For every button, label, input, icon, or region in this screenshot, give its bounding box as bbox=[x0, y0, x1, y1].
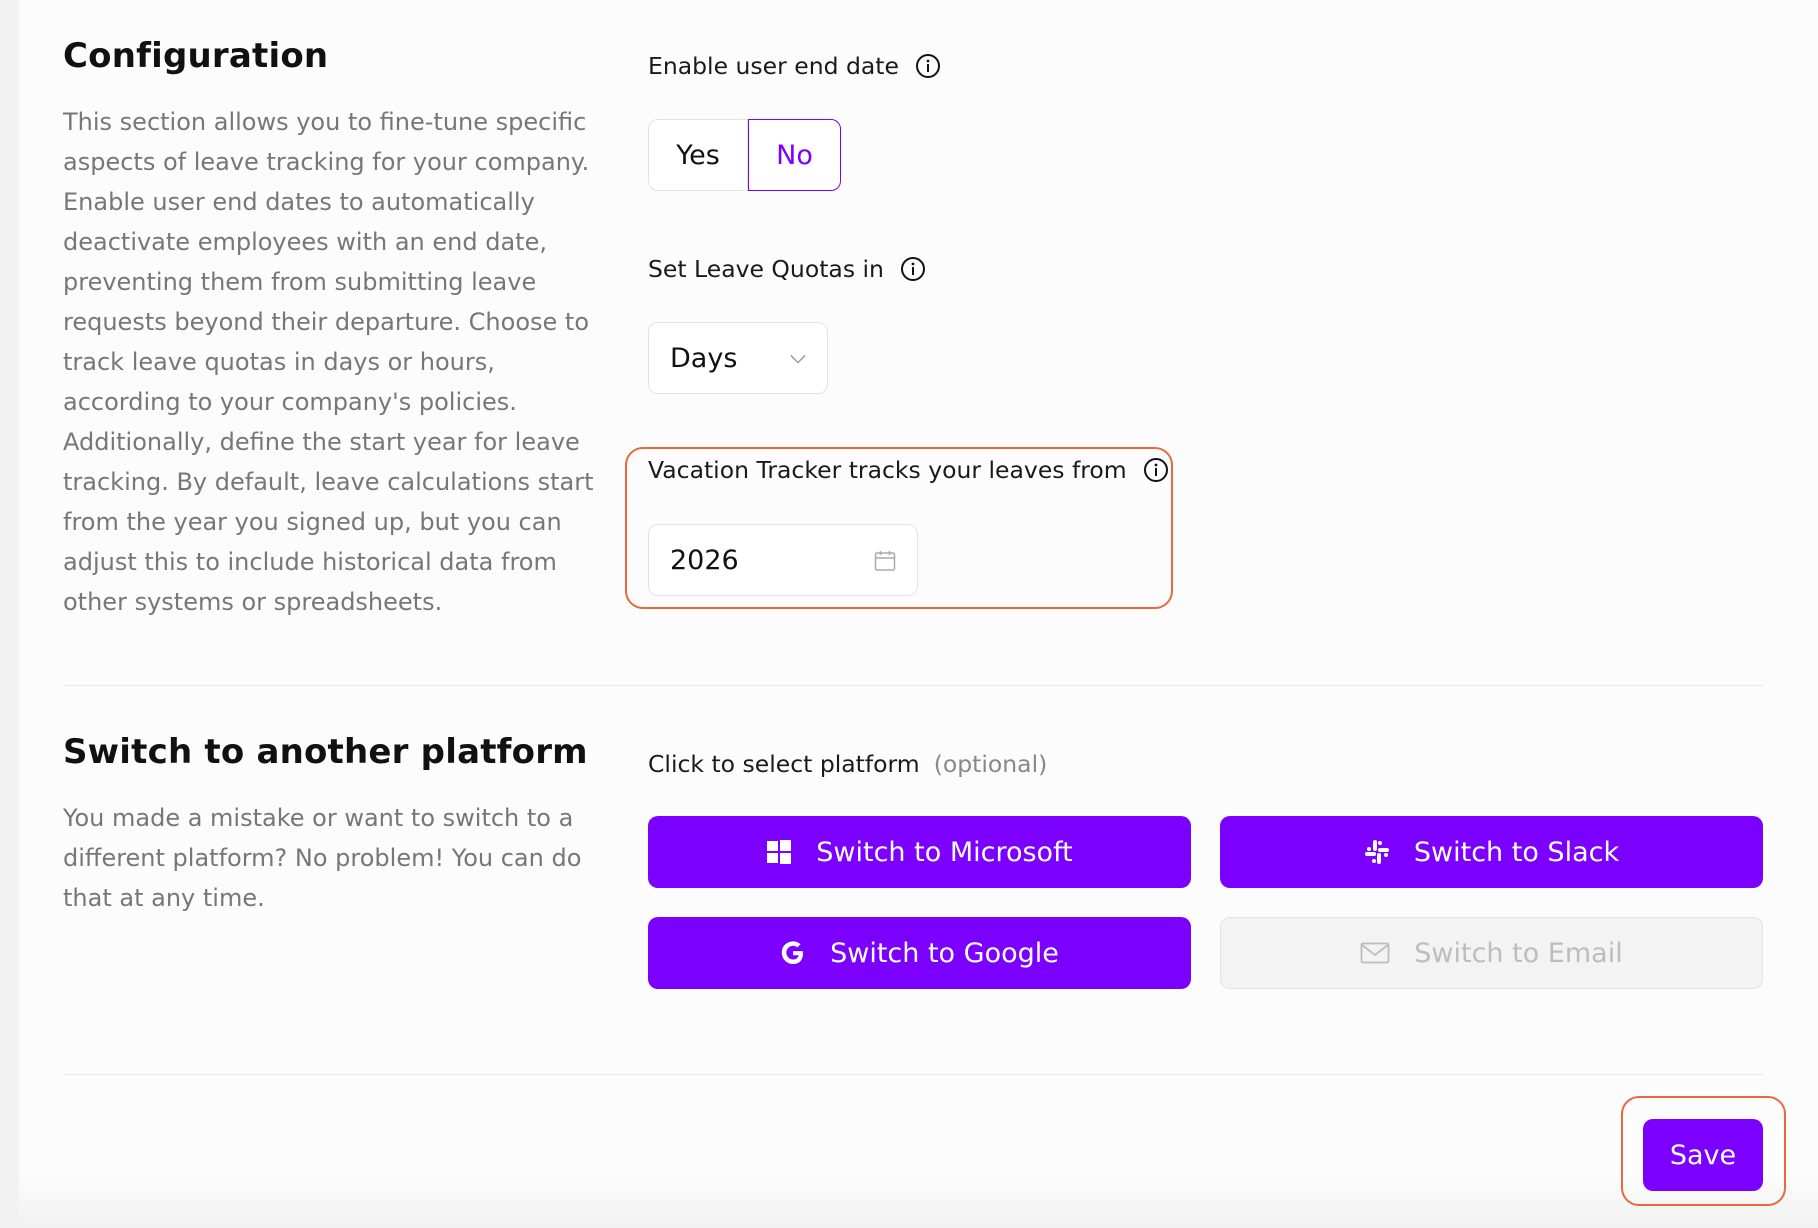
switch-to-email-button: Switch to Email bbox=[1220, 917, 1763, 989]
leave-quotas-select[interactable]: Days bbox=[648, 322, 828, 394]
description-line: adjust this to include historical data f… bbox=[63, 548, 557, 576]
chevron-down-icon bbox=[790, 354, 806, 364]
end-date-yes-option[interactable]: Yes bbox=[648, 119, 748, 191]
mail-icon bbox=[1360, 942, 1390, 964]
tracking-start-year-picker[interactable]: 2026 bbox=[648, 524, 918, 596]
description-line: Enable user end dates to automatically bbox=[63, 188, 535, 216]
section-divider bbox=[63, 685, 1763, 686]
tracking-start-label: Vacation Tracker tracks your leaves from bbox=[648, 456, 1169, 484]
leave-quotas-label-text: Set Leave Quotas in bbox=[648, 255, 884, 283]
switch-to-google-label: Switch to Google bbox=[830, 937, 1059, 969]
tracking-start-year-value: 2026 bbox=[670, 544, 739, 576]
slack-icon bbox=[1364, 840, 1389, 864]
description-line: different platform? No problem! You can … bbox=[63, 844, 582, 872]
platform-description: You made a mistake or want to switch to … bbox=[63, 798, 603, 918]
tracking-start-label-text: Vacation Tracker tracks your leaves from bbox=[648, 456, 1127, 484]
switch-to-microsoft-button[interactable]: Switch to Microsoft bbox=[648, 816, 1191, 888]
description-line: aspects of leave tracking for your compa… bbox=[63, 148, 590, 176]
description-line: You made a mistake or want to switch to … bbox=[63, 804, 574, 832]
save-button[interactable]: Save bbox=[1643, 1119, 1763, 1191]
description-line: from the year you signed up, but you can bbox=[63, 508, 562, 536]
description-line: according to your company's policies. bbox=[63, 388, 517, 416]
switch-to-email-label: Switch to Email bbox=[1414, 937, 1623, 969]
switch-to-slack-label: Switch to Slack bbox=[1413, 836, 1620, 868]
end-date-label: Enable user end date bbox=[648, 52, 941, 80]
end-date-no-option[interactable]: No bbox=[748, 119, 841, 191]
platform-title: Switch to another platform bbox=[63, 732, 588, 772]
description-line: deactivate employees with an end date, bbox=[63, 228, 547, 256]
end-date-toggle: Yes No bbox=[648, 119, 841, 191]
leave-quotas-value: Days bbox=[670, 342, 738, 374]
description-line: preventing them from submitting leave bbox=[63, 268, 537, 296]
info-circle-icon[interactable] bbox=[900, 256, 926, 282]
google-icon bbox=[781, 941, 804, 964]
platform-select-label: Click to select platform (optional) bbox=[648, 750, 1047, 778]
switch-to-microsoft-label: Switch to Microsoft bbox=[816, 836, 1073, 868]
switch-to-slack-button[interactable]: Switch to Slack bbox=[1220, 816, 1763, 888]
description-line: Additionally, define the start year for … bbox=[63, 428, 580, 456]
info-circle-icon[interactable] bbox=[915, 53, 941, 79]
footer-divider bbox=[63, 1074, 1763, 1075]
leave-quotas-label: Set Leave Quotas in bbox=[648, 255, 926, 283]
description-line: that at any time. bbox=[63, 884, 265, 912]
optional-label: (optional) bbox=[933, 750, 1048, 778]
description-line: track leave quotas in days or hours, bbox=[63, 348, 495, 376]
description-line: other systems or spreadsheets. bbox=[63, 588, 443, 616]
description-line: requests beyond their departure. Choose … bbox=[63, 308, 589, 336]
info-circle-icon[interactable] bbox=[1143, 457, 1169, 483]
description-line: This section allows you to fine-tune spe… bbox=[63, 108, 587, 136]
description-line: tracking. By default, leave calculations… bbox=[63, 468, 594, 496]
configuration-title: Configuration bbox=[63, 36, 329, 76]
windows-icon bbox=[767, 840, 792, 864]
footer-shade bbox=[19, 1175, 1818, 1228]
end-date-label-text: Enable user end date bbox=[648, 52, 899, 80]
calendar-icon bbox=[874, 551, 896, 571]
configuration-description: This section allows you to fine-tune spe… bbox=[63, 102, 603, 622]
platform-select-label-text: Click to select platform bbox=[648, 750, 920, 778]
switch-to-google-button[interactable]: Switch to Google bbox=[648, 917, 1191, 989]
